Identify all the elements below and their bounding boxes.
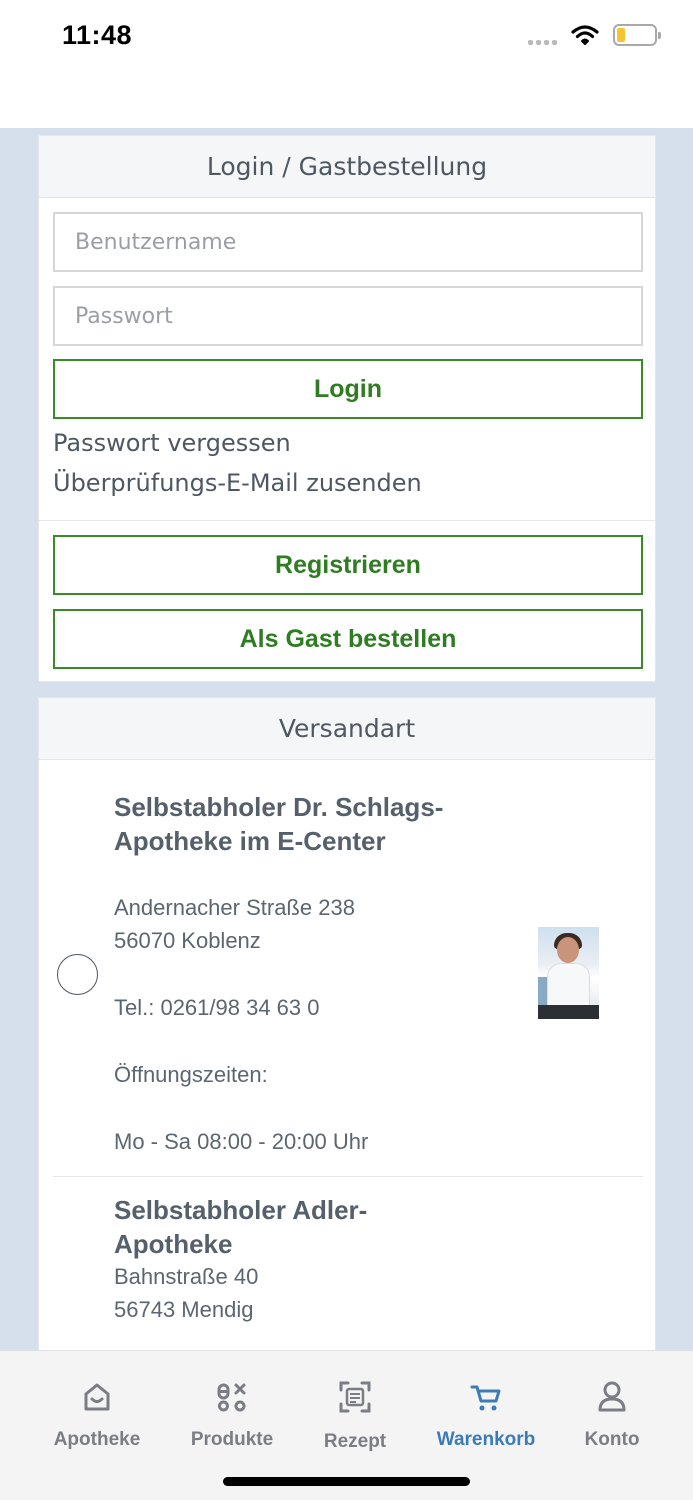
shipping-option-hours: Mo - Sa 08:00 - 20:00 Uhr [114, 1129, 369, 1154]
resend-verification-link[interactable]: Überprüfungs-E-Mail zusenden [53, 469, 422, 497]
wifi-icon [571, 25, 599, 45]
tab-rezept[interactable]: Rezept [295, 1379, 415, 1453]
shipping-option-hours-label: Öffnungszeiten: [114, 1062, 268, 1087]
login-card-title: Login / Gastbestellung [39, 136, 655, 198]
shipping-card-title: Versandart [39, 698, 655, 760]
tab-label: Konto [584, 1429, 640, 1450]
password-field[interactable] [53, 286, 643, 346]
status-bar: 11:48 [0, 0, 693, 128]
username-input[interactable] [75, 229, 641, 255]
tab-warenkorb[interactable]: Warenkorb [426, 1379, 546, 1451]
tab-konto[interactable]: Konto [552, 1379, 672, 1451]
shipping-option-phone: Tel.: 0261/98 34 63 0 [114, 995, 320, 1020]
shipping-option-street: Bahnstraße 40 [114, 1264, 259, 1289]
password-input[interactable] [75, 303, 641, 329]
cart-icon [470, 1385, 501, 1411]
shipping-option-city: 56743 Mendig [114, 1297, 254, 1322]
username-field[interactable] [53, 212, 643, 272]
prescription-scan-icon [339, 1381, 371, 1413]
forgot-password-link[interactable]: Passwort vergessen [53, 429, 291, 457]
shipping-option-street: Andernacher Straße 238 [114, 895, 355, 920]
checkout-content: Login / Gastbestellung Login Passwort ve… [0, 128, 693, 1350]
shipping-option-title: Selbstabholer Dr. Schlags-Apotheke im E-… [114, 792, 444, 856]
tab-label: Warenkorb [436, 1429, 536, 1450]
tab-label: Apotheke [53, 1429, 141, 1450]
login-card: Login / Gastbestellung Login Passwort ve… [38, 135, 656, 682]
guest-order-button[interactable]: Als Gast bestellen [53, 609, 643, 669]
pharmacy-icon [84, 1383, 110, 1411]
shipping-card: Versandart Selbstabholer Dr. Schlags-Apo… [38, 697, 656, 1350]
shipping-option[interactable]: Selbstabholer Dr. Schlags-Apotheke im E-… [53, 760, 643, 1176]
tab-label: Rezept [323, 1431, 387, 1452]
register-button[interactable]: Registrieren [53, 535, 643, 595]
shipping-option[interactable]: Selbstabholer Adler-Apotheke Bahnstraße … [53, 1177, 643, 1350]
shipping-option-city: 56070 Koblenz [114, 928, 261, 953]
tab-apotheke[interactable]: Apotheke [37, 1379, 157, 1451]
home-indicator [223, 1477, 470, 1486]
status-time: 11:48 [62, 20, 133, 50]
shipping-option-title: Selbstabholer Adler-Apotheke [114, 1195, 368, 1259]
pharmacist-photo [538, 927, 599, 1019]
tab-label: Produkte [190, 1429, 274, 1450]
shipping-option-radio[interactable] [57, 954, 98, 995]
status-icons [528, 24, 661, 46]
divider [39, 520, 655, 521]
tab-produkte[interactable]: Produkte [172, 1379, 292, 1451]
login-button[interactable]: Login [53, 359, 643, 419]
products-icon [217, 1383, 246, 1412]
account-icon [598, 1381, 626, 1412]
battery-icon [613, 24, 661, 46]
cellular-signal-icon [528, 25, 557, 45]
